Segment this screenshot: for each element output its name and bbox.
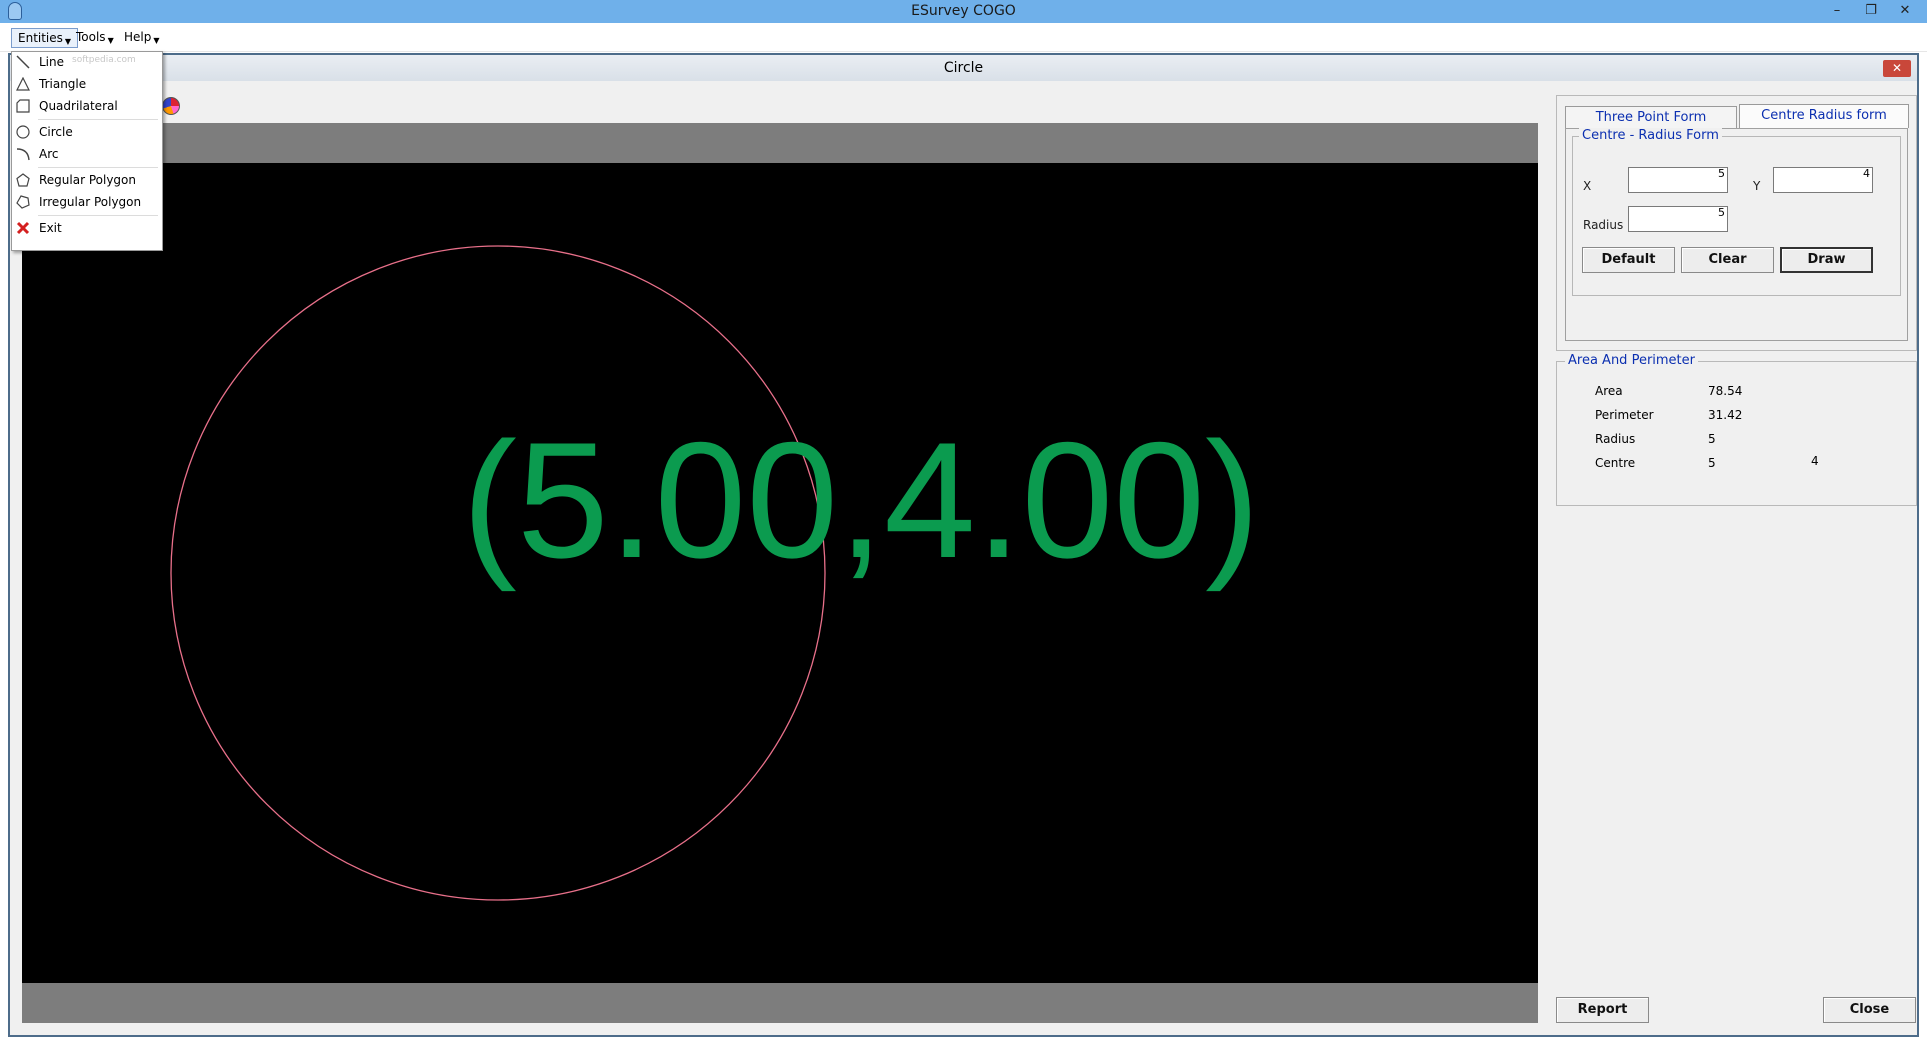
radius-summary-label: Radius bbox=[1595, 432, 1636, 446]
menu-help-label: Help bbox=[124, 30, 152, 44]
centre-coordinate-label: (5.00,4.00) bbox=[462, 408, 1261, 592]
centre-y-value: 4 bbox=[1811, 454, 1819, 468]
menu-item-irregular-polygon[interactable]: Irregular Polygon bbox=[12, 192, 160, 212]
entities-dropdown-menu: softpedia.com Line Triangle Quadrilatera… bbox=[11, 51, 163, 251]
exit-icon bbox=[16, 221, 30, 235]
menu-item-circle[interactable]: Circle bbox=[12, 122, 160, 142]
menu-item-triangle[interactable]: Triangle bbox=[12, 74, 160, 94]
menu-item-irregular-polygon-label: Irregular Polygon bbox=[39, 195, 142, 209]
area-perimeter-legend: Area And Perimeter bbox=[1565, 353, 1698, 368]
menu-item-regular-polygon-label: Regular Polygon bbox=[39, 173, 136, 187]
close-app-button[interactable]: ✕ bbox=[1888, 0, 1922, 21]
circle-window-close-button[interactable]: ✕ bbox=[1883, 60, 1911, 77]
regular-polygon-icon bbox=[16, 173, 30, 187]
y-input[interactable]: 4 bbox=[1773, 167, 1873, 193]
menu-item-quadrilateral-label: Quadrilateral bbox=[39, 99, 118, 113]
menu-bar: Entities ▼ Tools ▼ Help ▼ bbox=[0, 23, 1927, 52]
menu-separator bbox=[38, 167, 158, 168]
centre-x-value: 5 bbox=[1708, 456, 1716, 470]
drawing-canvas[interactable]: (5.00,4.00) bbox=[22, 163, 1538, 983]
form-tabs-group: Three Point Form Centre Radius form Cent… bbox=[1556, 95, 1917, 351]
x-input[interactable]: 5 bbox=[1628, 167, 1728, 193]
circle-icon bbox=[16, 125, 30, 139]
x-label: X bbox=[1583, 179, 1592, 193]
menu-item-triangle-label: Triangle bbox=[39, 77, 87, 91]
menu-entities-label: Entities bbox=[18, 31, 63, 45]
app-title: ESurvey COGO bbox=[911, 3, 1016, 19]
circle-window-title: Circle bbox=[10, 55, 1917, 81]
title-bar: ESurvey COGO – ❐ ✕ bbox=[0, 0, 1927, 23]
menu-entities[interactable]: Entities ▼ bbox=[11, 28, 79, 48]
circle-window: Circle ✕ (5.00,4.00) Three Point Form Ce… bbox=[8, 53, 1919, 1037]
menu-item-circle-label: Circle bbox=[39, 125, 73, 139]
default-button[interactable]: Default bbox=[1582, 247, 1675, 273]
menu-item-exit[interactable]: Exit bbox=[12, 218, 160, 238]
area-value: 78.54 bbox=[1708, 384, 1743, 398]
clear-button[interactable]: Clear bbox=[1681, 247, 1774, 273]
irregular-polygon-icon bbox=[16, 195, 30, 209]
centre-label: Centre bbox=[1595, 456, 1636, 470]
y-label: Y bbox=[1753, 179, 1761, 193]
draw-button[interactable]: Draw bbox=[1780, 247, 1873, 273]
menu-item-exit-label: Exit bbox=[39, 221, 62, 235]
centre-radius-legend: Centre - Radius Form bbox=[1579, 128, 1722, 143]
radius-label: Radius bbox=[1583, 218, 1624, 232]
area-label: Area bbox=[1595, 384, 1623, 398]
chevron-down-icon: ▼ bbox=[107, 36, 114, 45]
menu-item-line[interactable]: Line bbox=[12, 52, 160, 72]
centre-radius-tab-body: Centre - Radius Form X 5 Y 4 Radius 5 De… bbox=[1565, 128, 1908, 341]
menu-help[interactable]: Help ▼ bbox=[118, 28, 166, 46]
tab-three-point-form[interactable]: Three Point Form bbox=[1565, 106, 1737, 128]
line-icon bbox=[16, 55, 30, 69]
menu-item-quadrilateral[interactable]: Quadrilateral bbox=[12, 96, 160, 116]
menu-item-arc-label: Arc bbox=[39, 147, 59, 161]
menu-separator bbox=[38, 215, 158, 216]
tab-centre-radius-form[interactable]: Centre Radius form bbox=[1739, 104, 1909, 128]
menu-tools[interactable]: Tools ▼ bbox=[70, 28, 120, 46]
menu-separator bbox=[38, 119, 158, 120]
chevron-down-icon: ▼ bbox=[153, 36, 160, 45]
area-perimeter-group: Area And Perimeter Area 78.54 Perimeter … bbox=[1556, 353, 1917, 506]
quadrilateral-icon bbox=[16, 99, 30, 113]
close-button[interactable]: Close bbox=[1823, 997, 1916, 1023]
minimize-button[interactable]: – bbox=[1820, 0, 1854, 21]
menu-item-arc[interactable]: Arc bbox=[12, 144, 160, 164]
centre-radius-fieldset: Centre - Radius Form X 5 Y 4 Radius 5 De… bbox=[1572, 128, 1901, 296]
menu-tools-label: Tools bbox=[76, 30, 106, 44]
radius-input[interactable]: 5 bbox=[1628, 206, 1728, 232]
triangle-icon bbox=[16, 77, 30, 91]
perimeter-value: 31.42 bbox=[1708, 408, 1743, 422]
report-button[interactable]: Report bbox=[1556, 997, 1649, 1023]
menu-item-regular-polygon[interactable]: Regular Polygon bbox=[12, 170, 160, 190]
radius-summary-value: 5 bbox=[1708, 432, 1716, 446]
perimeter-label: Perimeter bbox=[1595, 408, 1654, 422]
canvas-frame: (5.00,4.00) bbox=[22, 123, 1538, 1023]
color-picker-icon[interactable] bbox=[162, 97, 180, 115]
arc-icon bbox=[16, 148, 30, 161]
menu-item-line-label: Line bbox=[39, 55, 65, 69]
restore-button[interactable]: ❐ bbox=[1854, 0, 1888, 21]
